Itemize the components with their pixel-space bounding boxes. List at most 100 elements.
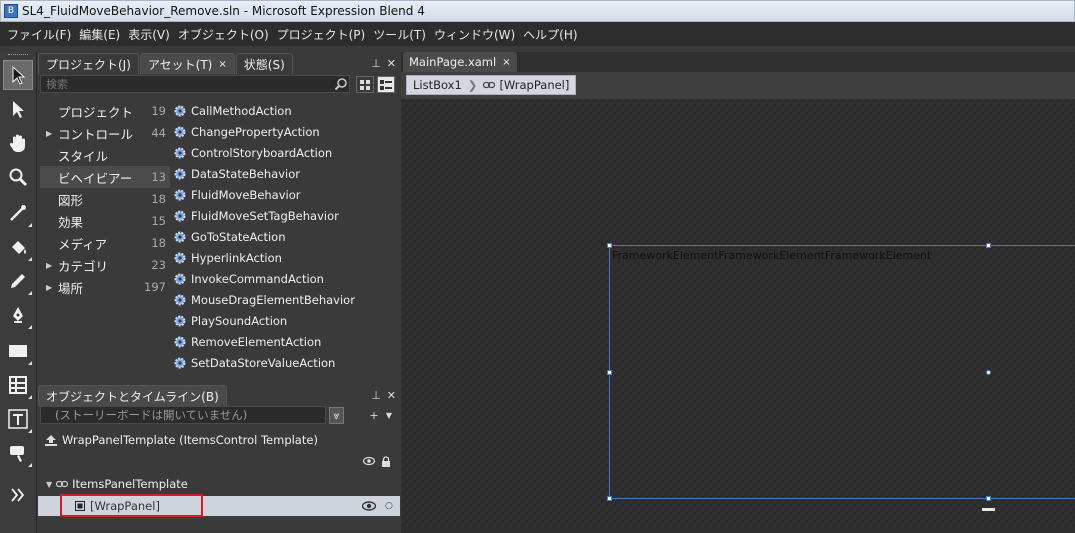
category-item[interactable]: 効果 15 [40, 210, 170, 232]
category-count: 197 [144, 280, 166, 294]
asset-item[interactable]: FluidMoveBehavior [174, 184, 400, 205]
tab-assets-label: アセット(T) [147, 57, 213, 72]
expand-arrow-icon[interactable]: ▶ [46, 129, 52, 138]
asset-item[interactable]: RemoveElementAction [174, 331, 400, 352]
lock-toggle-icon[interactable]: ○ [385, 501, 393, 511]
menu-tools[interactable]: ツール(T) [369, 26, 430, 43]
tab-project[interactable]: プロジェクト(J) [38, 53, 139, 74]
asset-search-input[interactable] [40, 75, 350, 93]
center-point-handle[interactable] [986, 370, 991, 375]
storyboard-dropdown-button[interactable]: ⩔ [329, 407, 344, 424]
double-chevron-down-icon: ⩔ [333, 408, 340, 422]
asset-item[interactable]: FluidMoveSetTagBehavior [174, 205, 400, 226]
expand-arrow-icon[interactable]: ▶ [46, 261, 52, 270]
asset-item[interactable]: HyperlinkAction [174, 247, 400, 268]
collapse-arrow-icon[interactable]: ▼ [46, 480, 52, 489]
assets-tool[interactable] [3, 438, 33, 468]
grid-tool[interactable] [3, 370, 33, 400]
pin-icon[interactable]: ⊥ [371, 389, 381, 402]
design-canvas[interactable]: FrameworkElementFrameworkElementFramewor… [401, 99, 1075, 533]
close-icon[interactable]: × [502, 57, 510, 68]
margin-adorner[interactable] [982, 508, 995, 511]
close-icon[interactable]: × [218, 59, 226, 70]
grid-view-button[interactable] [356, 76, 374, 93]
blend-app-icon[interactable]: B [4, 4, 18, 18]
expand-tool[interactable] [3, 480, 33, 510]
close-icon[interactable]: ✕ [387, 389, 396, 402]
category-item[interactable]: スタイル [40, 144, 170, 166]
asset-item[interactable]: ControlStoryboardAction [174, 142, 400, 163]
asset-item[interactable]: MouseDragElementBehavior [174, 289, 400, 310]
menu-window[interactable]: ウィンドウ(W) [430, 26, 519, 43]
category-item-selected[interactable]: ビヘイビアー 13 [40, 166, 170, 188]
resize-handle[interactable] [986, 243, 991, 248]
category-label: 図形 [58, 192, 84, 208]
pen-nib-icon [13, 307, 23, 323]
category-item[interactable]: メディア 18 [40, 232, 170, 254]
pan-tool[interactable] [3, 128, 33, 158]
brush-tool[interactable] [3, 266, 33, 296]
lock-icon[interactable] [381, 455, 391, 467]
eye-icon[interactable] [363, 456, 375, 466]
tool-flyout-indicator [28, 325, 32, 329]
selection-tool[interactable] [3, 60, 33, 90]
resize-handle[interactable] [607, 370, 612, 375]
breadcrumb-wrappanel[interactable]: [WrapPanel] [499, 78, 569, 92]
tab-assets[interactable]: アセット(T) × [139, 53, 235, 74]
menu-edit[interactable]: 編集(E) [75, 26, 124, 43]
asset-item[interactable]: SetDataStoreValueAction [174, 352, 400, 373]
behavior-gear-icon [174, 294, 186, 305]
toolbox-grip[interactable] [8, 54, 28, 58]
eye-icon[interactable] [362, 501, 376, 511]
template-root-label: WrapPanelTemplate (ItemsControl Template… [62, 433, 318, 447]
list-view-icon [380, 79, 392, 90]
asset-item[interactable]: InvokeCommandAction [174, 268, 400, 289]
document-tab[interactable]: MainPage.xaml × [403, 52, 517, 72]
category-item[interactable]: ▶ コントロール 44 [40, 122, 170, 144]
asset-label: SetDataStoreValueAction [191, 355, 336, 370]
scope-up-icon[interactable] [44, 434, 58, 446]
menu-file[interactable]: ファイル(F) [3, 26, 75, 43]
menu-object[interactable]: オブジェクト(O) [174, 26, 273, 43]
close-icon[interactable]: ✕ [387, 57, 396, 70]
tab-states[interactable]: 状態(S) [235, 53, 293, 74]
tree-items-panel-template[interactable]: ▼ ItemsPanelTemplate [38, 474, 400, 494]
asset-item[interactable]: GoToStateAction [174, 226, 400, 247]
asset-item[interactable]: ChangePropertyAction [174, 121, 400, 142]
expand-arrow-icon[interactable]: ▶ [46, 283, 52, 292]
new-storyboard-button[interactable]: + [368, 407, 380, 424]
tree-template-root[interactable]: WrapPanelTemplate (ItemsControl Template… [38, 430, 400, 450]
storyboard-options-button[interactable]: ▼ [384, 407, 394, 424]
menu-view[interactable]: 表示(V) [124, 26, 174, 43]
resize-handle[interactable] [986, 496, 991, 501]
eyedropper-tool[interactable] [3, 198, 33, 228]
zoom-tool[interactable] [3, 162, 33, 192]
list-view-button[interactable] [377, 76, 395, 93]
tab-objects-timeline[interactable]: オブジェクトとタイムライン(B) [38, 385, 227, 406]
category-item[interactable]: ▶ 場所 197 [40, 276, 170, 298]
menu-project[interactable]: プロジェクト(P) [273, 26, 370, 43]
asset-item[interactable]: DataStateBehavior [174, 163, 400, 184]
text-tool[interactable] [3, 404, 33, 434]
asset-item[interactable]: CallMethodAction [174, 100, 400, 121]
resize-handle[interactable] [607, 243, 612, 248]
asset-item[interactable]: PlaySoundAction [174, 310, 400, 331]
double-chevron-right-icon [11, 488, 25, 502]
breadcrumb-listbox1[interactable]: ListBox1 [413, 78, 462, 92]
pen-tool[interactable] [3, 300, 33, 330]
resize-handle[interactable] [607, 496, 612, 501]
category-item[interactable]: プロジェクト 19 [40, 100, 170, 122]
paint-bucket-tool[interactable] [3, 232, 33, 262]
window-title: SL4_FluidMoveBehavior_Remove.sln - Micro… [22, 4, 425, 18]
text-t-icon [8, 409, 28, 429]
search-icon[interactable] [334, 77, 348, 91]
pin-icon[interactable]: ⊥ [371, 57, 381, 70]
category-item[interactable]: 図形 18 [40, 188, 170, 210]
category-item[interactable]: ▶ カテゴリ 23 [40, 254, 170, 276]
category-count: 18 [151, 192, 166, 206]
menu-help[interactable]: ヘルプ(H) [519, 26, 581, 43]
rectangle-tool[interactable] [3, 336, 33, 366]
direct-selection-tool[interactable] [3, 94, 33, 124]
storyboard-selector[interactable]: (ストーリーボードは開いていません) [40, 406, 326, 424]
selection-outline[interactable] [609, 245, 1075, 499]
